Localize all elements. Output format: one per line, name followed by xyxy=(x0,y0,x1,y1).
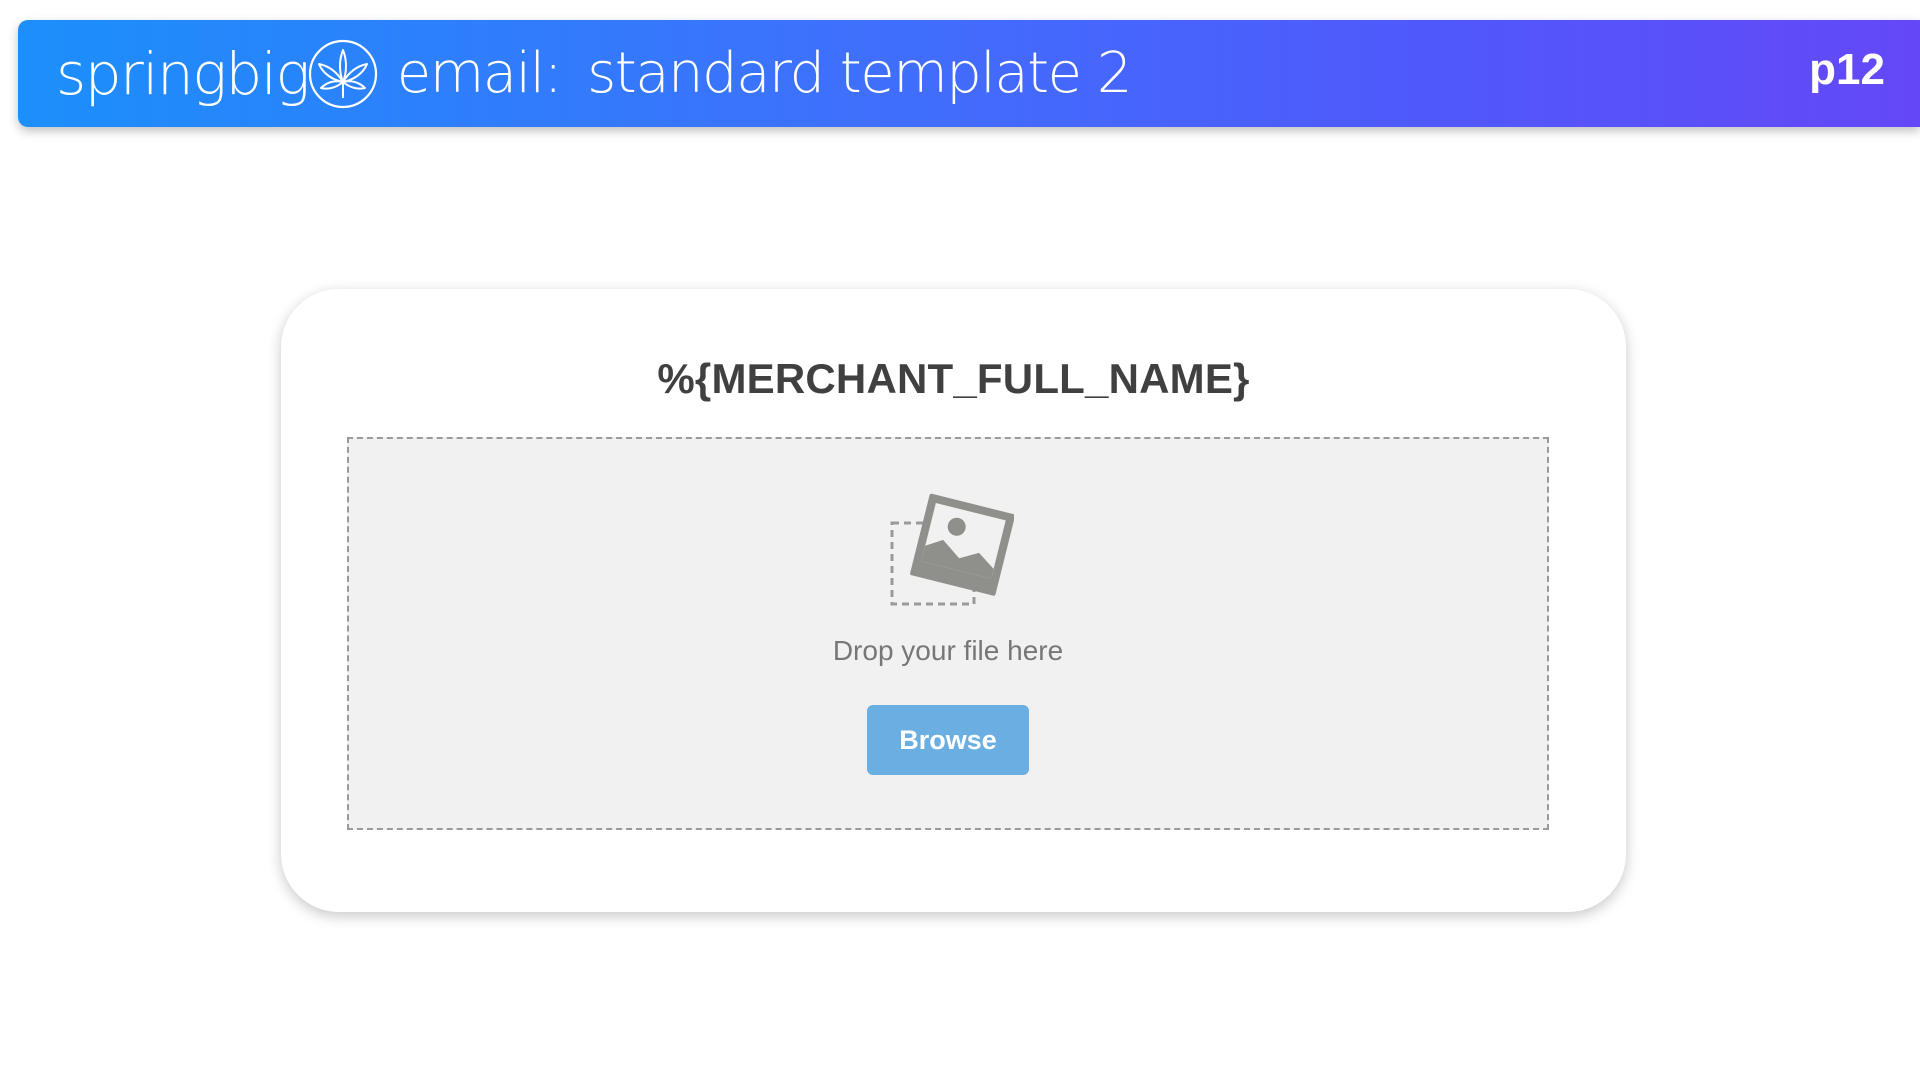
image-placeholder-icon xyxy=(890,493,1014,606)
file-dropzone[interactable]: Drop your file here Browse xyxy=(347,437,1549,830)
header-banner: springbig email: standard template 2 p12 xyxy=(18,20,1920,127)
email-template-card: %{MERCHANT_FULL_NAME} Drop your file her… xyxy=(281,289,1626,912)
drop-file-text: Drop your file here xyxy=(832,635,1064,666)
cannabis-leaf-icon xyxy=(308,39,377,109)
brand-and-title: springbig email: standard template 2 xyxy=(56,34,1133,114)
header-title-prefix: email: xyxy=(396,41,563,106)
browse-button[interactable]: Browse xyxy=(867,705,1029,775)
page-number: p12 xyxy=(1809,45,1885,94)
header-title: email: standard template 2 xyxy=(397,46,1133,102)
brand-logo-text: springbig xyxy=(56,40,310,108)
merchant-name-placeholder[interactable]: %{MERCHANT_FULL_NAME} xyxy=(281,355,1626,403)
header-title-text: standard template 2 xyxy=(587,41,1132,106)
